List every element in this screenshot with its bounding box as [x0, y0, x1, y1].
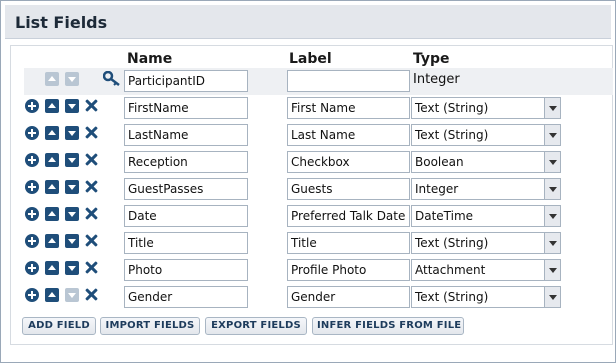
delete-field-icon[interactable] — [85, 207, 98, 220]
add-field-icon[interactable] — [25, 180, 39, 194]
move-down-icon[interactable] — [65, 126, 79, 140]
field-row: GuestPasses Guests Integer — [1, 176, 616, 203]
chevron-down-icon[interactable] — [544, 98, 560, 118]
field-type-select[interactable]: Integer — [411, 178, 561, 200]
field-label-input[interactable]: First Name — [287, 97, 410, 119]
column-header-name: Name — [127, 51, 173, 67]
delete-field-icon[interactable] — [85, 261, 98, 274]
panel-header: List Fields — [5, 5, 611, 39]
delete-field-icon[interactable] — [85, 153, 98, 166]
move-up-icon[interactable] — [45, 153, 59, 167]
add-field-icon[interactable] — [25, 207, 39, 221]
pk-field-inputs: ParticipantID Integer — [1, 68, 616, 95]
move-up-icon[interactable] — [45, 261, 59, 275]
move-up-icon[interactable] — [45, 126, 59, 140]
field-type-value: Text (String) — [415, 128, 489, 142]
panel-title: List Fields — [15, 13, 108, 32]
field-type-select[interactable]: Text (String) — [411, 232, 561, 254]
delete-field-icon[interactable] — [85, 126, 98, 139]
add-field-icon[interactable] — [25, 99, 39, 113]
move-up-icon[interactable] — [45, 99, 59, 113]
move-down-icon[interactable] — [65, 180, 79, 194]
column-header-label: Label — [289, 51, 332, 67]
field-type-value: Text (String) — [415, 236, 489, 250]
field-name-input[interactable]: Date — [124, 205, 248, 227]
field-name-input[interactable]: GuestPasses — [124, 178, 248, 200]
move-down-icon[interactable] — [65, 261, 79, 275]
move-up-icon[interactable] — [45, 234, 59, 248]
infer-fields-button[interactable]: INFER FIELDS FROM FILE — [312, 317, 464, 335]
field-row: Gender Gender Text (String) — [1, 284, 616, 311]
chevron-down-icon[interactable] — [544, 287, 560, 307]
field-type-value: Text (String) — [415, 290, 489, 304]
field-label-input[interactable]: Guests — [287, 178, 410, 200]
field-type-value: Integer — [415, 182, 459, 196]
add-field-icon[interactable] — [25, 288, 39, 302]
list-fields-panel: List Fields Name Label Type ParticipantI… — [0, 0, 616, 363]
field-row: LastName Last Name Text (String) — [1, 122, 616, 149]
delete-field-icon[interactable] — [85, 288, 98, 301]
delete-field-icon[interactable] — [85, 99, 98, 112]
field-type-select[interactable]: Text (String) — [411, 286, 561, 308]
field-type-select[interactable]: Attachment — [411, 259, 561, 281]
field-label-input[interactable]: Checkbox — [287, 151, 410, 173]
field-type-value: Integer — [413, 72, 460, 87]
field-row: Reception Checkbox Boolean — [1, 149, 616, 176]
move-down-icon[interactable] — [65, 153, 79, 167]
field-type-select[interactable]: Boolean — [411, 151, 561, 173]
chevron-down-icon[interactable] — [544, 152, 560, 172]
delete-field-icon[interactable] — [85, 234, 98, 247]
add-field-icon[interactable] — [25, 261, 39, 275]
move-up-icon[interactable] — [45, 288, 59, 302]
field-name-input[interactable]: LastName — [124, 124, 248, 146]
chevron-down-icon[interactable] — [544, 179, 560, 199]
move-up-icon[interactable] — [45, 180, 59, 194]
add-field-icon[interactable] — [25, 153, 39, 167]
field-label-input[interactable]: Profile Photo — [287, 259, 410, 281]
field-row: Title Title Text (String) — [1, 230, 616, 257]
field-label-input[interactable]: Preferred Talk Date — [287, 205, 410, 227]
export-fields-button[interactable]: EXPORT FIELDS — [205, 317, 307, 335]
move-up-icon[interactable] — [45, 207, 59, 221]
field-type-select[interactable]: DateTime — [411, 205, 561, 227]
field-type-value: Boolean — [415, 155, 464, 169]
field-name-input[interactable]: Reception — [124, 151, 248, 173]
import-fields-button[interactable]: IMPORT FIELDS — [100, 317, 200, 335]
delete-field-icon[interactable] — [85, 180, 98, 193]
field-type-value: DateTime — [415, 209, 474, 223]
field-row: Date Preferred Talk Date DateTime — [1, 203, 616, 230]
field-name-input[interactable]: Gender — [124, 286, 248, 308]
column-header-type: Type — [413, 51, 450, 67]
field-label-input[interactable]: Gender — [287, 286, 410, 308]
move-down-icon[interactable] — [65, 99, 79, 113]
field-row: FirstName First Name Text (String) — [1, 95, 616, 122]
field-label-input[interactable]: Title — [287, 232, 410, 254]
field-name-input[interactable]: ParticipantID — [124, 70, 248, 92]
move-down-icon — [65, 288, 79, 302]
field-row: Photo Profile Photo Attachment — [1, 257, 616, 284]
add-field-icon[interactable] — [25, 234, 39, 248]
field-type-value: Attachment — [415, 263, 486, 277]
add-field-button[interactable]: ADD FIELD — [22, 317, 96, 335]
field-label-input[interactable]: Last Name — [287, 124, 410, 146]
chevron-down-icon[interactable] — [544, 260, 560, 280]
chevron-down-icon[interactable] — [544, 206, 560, 226]
chevron-down-icon[interactable] — [544, 125, 560, 145]
field-label-input[interactable] — [287, 70, 410, 92]
move-down-icon[interactable] — [65, 207, 79, 221]
chevron-down-icon[interactable] — [544, 233, 560, 253]
field-type-select[interactable]: Text (String) — [411, 124, 561, 146]
field-name-input[interactable]: Title — [124, 232, 248, 254]
field-name-input[interactable]: FirstName — [124, 97, 248, 119]
move-down-icon[interactable] — [65, 234, 79, 248]
add-field-icon[interactable] — [25, 126, 39, 140]
field-name-input[interactable]: Photo — [124, 259, 248, 281]
field-type-value: Text (String) — [415, 101, 489, 115]
field-type-select[interactable]: Text (String) — [411, 97, 561, 119]
